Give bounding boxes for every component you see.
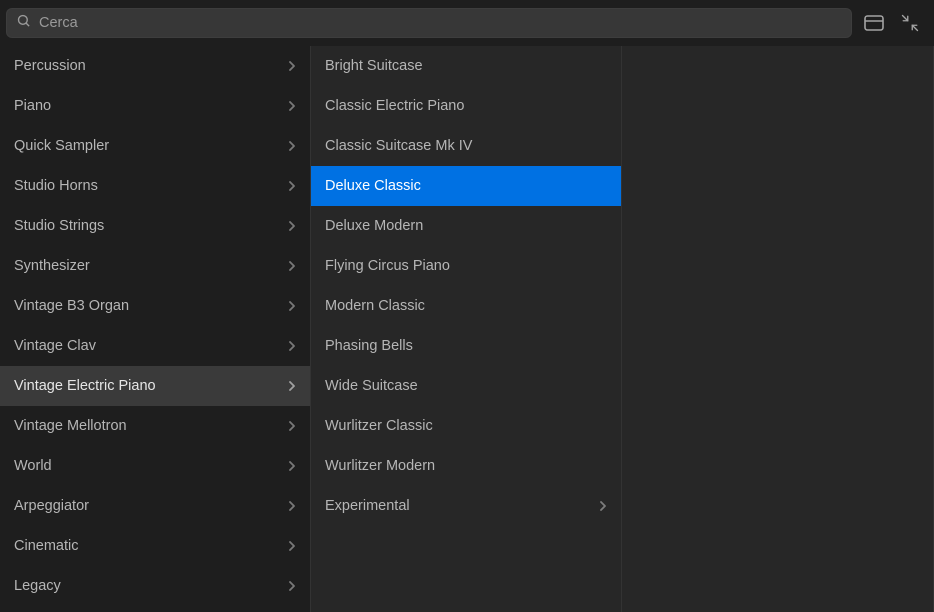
list-item-label: Quick Sampler	[14, 138, 288, 154]
list-item[interactable]: Percussion	[0, 46, 310, 86]
list-item[interactable]: Experimental	[311, 486, 621, 526]
list-item[interactable]: Flying Circus Piano	[311, 246, 621, 286]
topbar	[0, 0, 934, 46]
list-item-label: Classic Suitcase Mk IV	[325, 138, 607, 154]
list-item[interactable]: Vintage Electric Piano	[0, 366, 310, 406]
list-item-label: Phasing Bells	[325, 338, 607, 354]
list-item[interactable]: Piano	[0, 86, 310, 126]
search-icon	[16, 13, 31, 33]
list-item[interactable]: Vintage Clav	[0, 326, 310, 366]
list-item[interactable]: Modern Classic	[311, 286, 621, 326]
list-item-label: Studio Strings	[14, 218, 288, 234]
list-item[interactable]: Classic Electric Piano	[311, 86, 621, 126]
collapse-icon[interactable]	[900, 13, 920, 33]
chevron-right-icon	[288, 180, 296, 192]
list-item-label: Cinematic	[14, 538, 288, 554]
browser-columns: Percussion Piano Quick Sampler Studio Horns…	[0, 46, 934, 612]
list-item[interactable]: Wurlitzer Modern	[311, 446, 621, 486]
search-field[interactable]	[6, 8, 852, 38]
chevron-right-icon	[288, 340, 296, 352]
list-item[interactable]: Deluxe Classic	[311, 166, 621, 206]
chevron-right-icon	[288, 260, 296, 272]
list-item-label: Synthesizer	[14, 258, 288, 274]
search-input[interactable]	[31, 15, 842, 31]
list-item-label: Percussion	[14, 58, 288, 74]
chevron-right-icon	[288, 580, 296, 592]
chevron-right-icon	[288, 500, 296, 512]
list-item[interactable]: Wide Suitcase	[311, 366, 621, 406]
list-item[interactable]: Vintage Mellotron	[0, 406, 310, 446]
list-item[interactable]: Vintage B3 Organ	[0, 286, 310, 326]
list-item[interactable]: Classic Suitcase Mk IV	[311, 126, 621, 166]
column-3	[622, 46, 934, 612]
list-item-label: World	[14, 458, 288, 474]
list-item-label: Vintage B3 Organ	[14, 298, 288, 314]
list-item-label: Wurlitzer Classic	[325, 418, 607, 434]
list-item-label: Legacy	[14, 578, 288, 594]
list-item-label: Deluxe Modern	[325, 218, 607, 234]
top-actions	[864, 13, 924, 33]
list-item-label: Studio Horns	[14, 178, 288, 194]
chevron-right-icon	[288, 380, 296, 392]
list-item-label: Vintage Mellotron	[14, 418, 288, 434]
list-item[interactable]: Synthesizer	[0, 246, 310, 286]
list-item-label: Vintage Clav	[14, 338, 288, 354]
chevron-right-icon	[599, 500, 607, 512]
list-item[interactable]: World	[0, 446, 310, 486]
list-item[interactable]: Bright Suitcase	[311, 46, 621, 86]
list-item[interactable]: Phasing Bells	[311, 326, 621, 366]
browser-icon[interactable]	[864, 13, 884, 33]
chevron-right-icon	[288, 540, 296, 552]
list-item-label: Experimental	[325, 498, 599, 514]
chevron-right-icon	[288, 60, 296, 72]
list-item[interactable]: Cinematic	[0, 526, 310, 566]
list-item-label: Modern Classic	[325, 298, 607, 314]
chevron-right-icon	[288, 100, 296, 112]
chevron-right-icon	[288, 300, 296, 312]
list-item-label: Wide Suitcase	[325, 378, 607, 394]
chevron-right-icon	[288, 220, 296, 232]
chevron-right-icon	[288, 140, 296, 152]
list-item[interactable]: Arpeggiator	[0, 486, 310, 526]
column-1: Percussion Piano Quick Sampler Studio Horns…	[0, 46, 311, 612]
list-item-label: Piano	[14, 98, 288, 114]
list-item[interactable]: Studio Horns	[0, 166, 310, 206]
list-item-label: Deluxe Classic	[325, 178, 607, 194]
chevron-right-icon	[288, 420, 296, 432]
list-item[interactable]: Studio Strings	[0, 206, 310, 246]
list-item[interactable]: Wurlitzer Classic	[311, 406, 621, 446]
column-2: Bright Suitcase Classic Electric Piano Cla…	[311, 46, 622, 612]
list-item[interactable]: Quick Sampler	[0, 126, 310, 166]
chevron-right-icon	[288, 460, 296, 472]
list-item-label: Flying Circus Piano	[325, 258, 607, 274]
list-item-label: Classic Electric Piano	[325, 98, 607, 114]
list-item[interactable]: Deluxe Modern	[311, 206, 621, 246]
list-item[interactable]: Legacy	[0, 566, 310, 606]
list-item-label: Vintage Electric Piano	[14, 378, 288, 394]
list-item-label: Wurlitzer Modern	[325, 458, 607, 474]
list-item-label: Bright Suitcase	[325, 58, 607, 74]
list-item-label: Arpeggiator	[14, 498, 288, 514]
